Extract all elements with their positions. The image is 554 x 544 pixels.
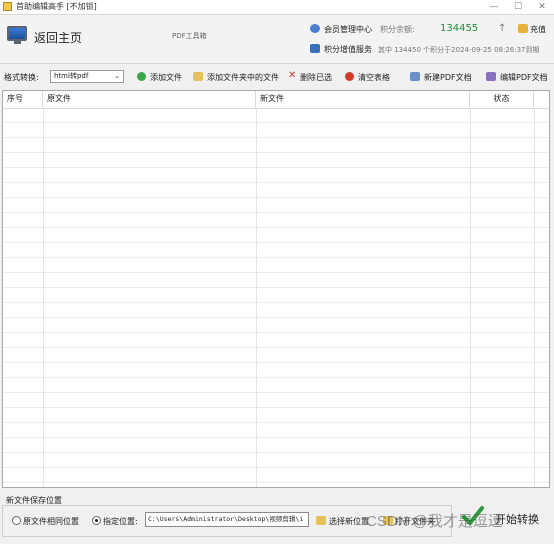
- header-panel: 返回主页 PDF工具箱 会员管理中心 积分余额: 134455 ↑ 充值 积分增…: [0, 15, 554, 64]
- recharge-button[interactable]: 充值: [530, 24, 546, 35]
- radio-same-location[interactable]: [12, 516, 21, 525]
- delete-selected-button[interactable]: 删除已选: [300, 72, 332, 83]
- choose-location-button[interactable]: 选择新位置: [329, 516, 369, 527]
- home-label: 返回主页: [34, 31, 83, 45]
- format-label: 格式转换:: [4, 73, 39, 82]
- toolbar: 格式转换: html转pdf ⌄ 添加文件 添加文件夹中的文件 ✕ 删除已选 清…: [0, 68, 554, 88]
- new-document-icon: [410, 72, 420, 81]
- clear-icon: [345, 72, 354, 81]
- table-body: [3, 108, 549, 487]
- watermark: CSDN @我才是逗逗: [366, 513, 503, 530]
- delete-icon: ✕: [288, 70, 297, 81]
- app-icon: [3, 2, 12, 11]
- column-divider: [256, 108, 257, 487]
- add-file-button[interactable]: 添加文件: [150, 72, 182, 83]
- chevron-down-icon: ⌄: [114, 72, 120, 80]
- table-header: 序号 原文件 新文件 状态: [3, 91, 549, 109]
- file-table[interactable]: 序号 原文件 新文件 状态: [2, 90, 550, 488]
- column-divider: [534, 108, 535, 487]
- tool-title: PDF工具箱: [172, 32, 207, 40]
- edit-pdf-button[interactable]: 编辑PDF文档: [500, 72, 548, 83]
- wallet-icon: [518, 24, 528, 33]
- monitor-stand-icon: [14, 41, 21, 44]
- same-location-label[interactable]: 原文件相同位置: [23, 516, 79, 527]
- up-arrow-icon: ↑: [498, 23, 507, 34]
- column-header-source[interactable]: 原文件: [43, 91, 256, 108]
- radio-custom-location[interactable]: [92, 516, 101, 525]
- member-center-link[interactable]: 会员管理中心: [324, 24, 372, 35]
- minimize-button[interactable]: —: [482, 0, 506, 14]
- format-select[interactable]: html转pdf ⌄: [50, 70, 124, 83]
- close-button[interactable]: ✕: [530, 0, 554, 14]
- maximize-button[interactable]: ☐: [506, 0, 530, 14]
- folder-icon: [193, 72, 203, 81]
- points-expiry-note: 其中 134450 个积分于2024-09-25 08:26:37到期: [378, 46, 540, 54]
- home-button[interactable]: 返回主页: [0, 15, 90, 63]
- save-path-input[interactable]: C:\Users\Administrator\Desktop\视频剪辑\i: [145, 512, 309, 527]
- window-title: 首助编辑高手 [不加锁]: [16, 2, 97, 11]
- column-divider: [470, 108, 471, 487]
- edit-document-icon: [486, 72, 496, 81]
- points-value: 134455: [440, 23, 479, 34]
- column-divider: [43, 108, 44, 487]
- add-folder-button[interactable]: 添加文件夹中的文件: [207, 72, 279, 83]
- monitor-icon: [7, 26, 27, 41]
- folder-icon: [316, 516, 326, 525]
- book-icon: [310, 44, 320, 53]
- new-pdf-button[interactable]: 新建PDF文档: [424, 72, 472, 83]
- points-label: 积分余额:: [380, 25, 415, 34]
- clear-table-button[interactable]: 清空表格: [358, 72, 390, 83]
- column-header-index[interactable]: 序号: [3, 91, 43, 108]
- title-bar: 首助编辑高手 [不加锁] — ☐ ✕: [0, 0, 554, 15]
- column-header-status[interactable]: 状态: [470, 91, 534, 108]
- format-select-value: html转pdf: [54, 72, 89, 80]
- add-file-icon: [137, 72, 146, 81]
- points-service-link[interactable]: 积分增值服务: [324, 44, 372, 55]
- custom-location-label[interactable]: 指定位置:: [103, 516, 138, 527]
- column-header-target[interactable]: 新文件: [256, 91, 470, 108]
- member-icon: [310, 24, 320, 33]
